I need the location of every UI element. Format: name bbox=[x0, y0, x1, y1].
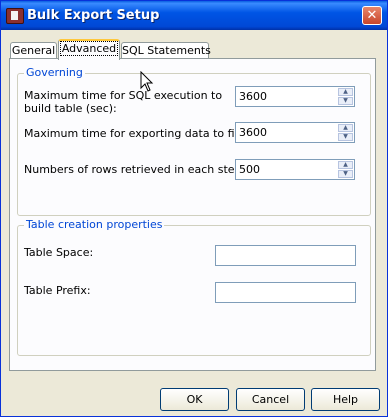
spin-down-icon[interactable]: ▼ bbox=[338, 97, 353, 105]
spin-down-icon[interactable]: ▼ bbox=[338, 170, 353, 178]
table-prefix-input[interactable] bbox=[215, 282, 356, 303]
rows-per-step-label: Numbers of rows retrieved in each step: bbox=[24, 163, 246, 176]
spin-up-icon[interactable]: ▲ bbox=[338, 161, 353, 169]
tab-advanced[interactable]: Advanced bbox=[58, 39, 120, 60]
bulk-export-setup-dialog: Bulk Export Setup ✕ General Advanced SQL… bbox=[0, 0, 388, 417]
cancel-button[interactable]: Cancel bbox=[236, 388, 305, 411]
app-icon bbox=[6, 8, 24, 24]
tab-advanced-label: Advanced bbox=[59, 41, 119, 56]
sql-execution-time-label: Maximum time for SQL execution to build … bbox=[24, 89, 223, 115]
spin-down-icon[interactable]: ▼ bbox=[338, 133, 353, 141]
governing-group-title: Governing bbox=[24, 66, 85, 79]
rows-per-step-spinner[interactable]: 500 ▲ ▼ bbox=[235, 159, 355, 180]
title-bar[interactable]: Bulk Export Setup ✕ bbox=[1, 1, 387, 30]
sql-execution-time-value[interactable]: 3600 bbox=[239, 90, 267, 103]
table-prefix-label: Table Prefix: bbox=[24, 284, 91, 297]
tab-sql-statements-label: SQL Statements bbox=[122, 44, 211, 57]
spin-up-icon[interactable]: ▲ bbox=[338, 124, 353, 132]
export-time-value[interactable]: 3600 bbox=[239, 126, 267, 139]
rows-per-step-value[interactable]: 500 bbox=[239, 163, 260, 176]
export-time-spinner[interactable]: 3600 ▲ ▼ bbox=[235, 122, 355, 143]
spin-up-icon[interactable]: ▲ bbox=[338, 88, 353, 96]
table-creation-group-title: Table creation properties bbox=[24, 218, 165, 231]
mouse-cursor-icon bbox=[140, 71, 154, 92]
window-title: Bulk Export Setup bbox=[27, 8, 160, 23]
close-button[interactable]: ✕ bbox=[362, 6, 382, 25]
tab-general-label: General bbox=[11, 44, 56, 57]
table-space-label: Table Space: bbox=[24, 246, 94, 259]
ok-button[interactable]: OK bbox=[160, 388, 229, 411]
sql-execution-time-spinner[interactable]: 3600 ▲ ▼ bbox=[235, 86, 355, 107]
help-button[interactable]: Help bbox=[311, 388, 380, 411]
table-space-input[interactable] bbox=[215, 245, 356, 266]
